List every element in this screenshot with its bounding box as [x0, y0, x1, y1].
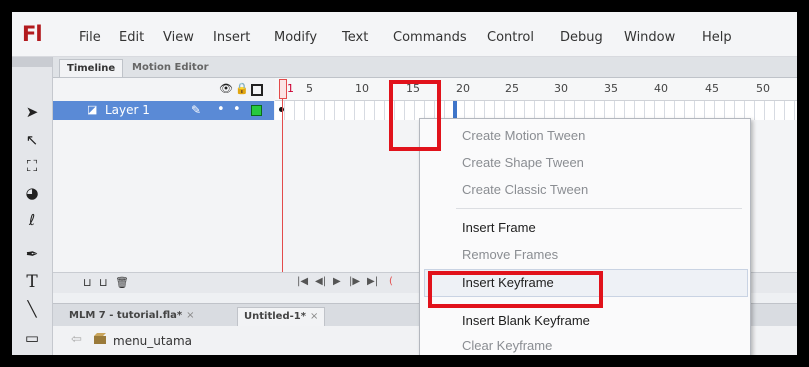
ruler-number: 30: [554, 82, 568, 95]
first-frame-icon[interactable]: |◀: [297, 276, 308, 287]
outline-icon[interactable]: [251, 84, 263, 96]
ruler-number: 45: [705, 82, 719, 95]
doc-tab-active[interactable]: Untitled-1* ×: [237, 307, 326, 326]
ruler-number: 10: [355, 82, 369, 95]
pen-tool-icon[interactable]: ✒: [21, 243, 43, 265]
lock-dot-icon[interactable]: •: [233, 102, 241, 117]
ruler-number: 20: [456, 82, 470, 95]
layer-icon: ◪: [87, 103, 98, 116]
menu-insert[interactable]: Insert: [213, 30, 250, 45]
flash-logo-icon: Fl: [22, 22, 43, 46]
panel-tabs: Timeline Motion Editor: [53, 57, 797, 78]
menu-text[interactable]: Text: [342, 30, 368, 45]
ruler-number: 1: [287, 82, 294, 95]
line-tool-icon[interactable]: ╲: [21, 298, 43, 320]
doc-tab-label: Untitled-1*: [244, 311, 306, 322]
ruler-number: 35: [604, 82, 618, 95]
ruler-number: 25: [505, 82, 519, 95]
new-folder-icon[interactable]: ⊔: [99, 276, 108, 289]
menu-item-insert-frame[interactable]: Insert Frame: [462, 220, 536, 235]
layer-color-square[interactable]: [251, 105, 262, 116]
tab-timeline[interactable]: Timeline: [59, 59, 124, 77]
delete-layer-icon[interactable]: 🗑: [115, 276, 129, 289]
tab-motion-editor[interactable]: Motion Editor: [125, 59, 216, 76]
menu-commands[interactable]: Commands: [393, 30, 467, 45]
menu-edit[interactable]: Edit: [119, 30, 144, 45]
menu-help[interactable]: Help: [702, 30, 732, 45]
doc-tab[interactable]: MLM 7 - tutorial.fla* ×: [63, 307, 201, 325]
pencil-icon: ✎: [191, 103, 202, 117]
highlight-frame-15: [389, 80, 441, 151]
menu-item-insert-blank-keyframe[interactable]: Insert Blank Keyframe: [462, 313, 590, 328]
menu-item-clear-keyframe: Clear Keyframe: [462, 338, 553, 353]
lock-icon[interactable]: 🔒: [235, 83, 249, 95]
menu-item-remove-frames: Remove Frames: [462, 247, 559, 262]
eye-icon[interactable]: 👁: [219, 83, 233, 95]
free-transform-tool-icon[interactable]: ⛶: [21, 155, 43, 177]
tools-panel: ➤ ↖ ⛶ ◕ ℓ ✒ T ╲ ▭: [12, 57, 53, 355]
frame-ruler[interactable]: 1 5 10 15 20 25 30 35 40 45 50: [275, 78, 797, 101]
highlight-insert-keyframe: [428, 271, 603, 308]
last-frame-icon[interactable]: ▶|: [367, 276, 378, 287]
menu-window[interactable]: Window: [624, 30, 675, 45]
doc-tab-label: MLM 7 - tutorial.fla*: [69, 310, 183, 321]
play-icon[interactable]: ▶: [333, 276, 341, 287]
menu-item-create-shape-tween: Create Shape Tween: [462, 155, 584, 170]
menu-separator: [456, 208, 742, 209]
menu-bar: Fl File Edit View Insert Modify Text Com…: [12, 12, 797, 57]
menu-control[interactable]: Control: [487, 30, 534, 45]
rectangle-tool-icon[interactable]: ▭: [21, 327, 43, 349]
ruler-number: 5: [306, 82, 313, 95]
3d-rotation-tool-icon[interactable]: ◕: [21, 182, 43, 204]
ruler-number: 50: [756, 82, 770, 95]
playhead-line: [282, 99, 283, 292]
subselection-tool-icon[interactable]: ↖: [21, 129, 43, 151]
menu-item-create-motion-tween: Create Motion Tween: [462, 128, 586, 143]
ruler-number: 40: [654, 82, 668, 95]
new-layer-icon[interactable]: ⊔: [83, 276, 92, 289]
menu-debug[interactable]: Debug: [560, 30, 603, 45]
text-tool-icon[interactable]: T: [21, 271, 43, 293]
menu-file[interactable]: File: [79, 30, 101, 45]
scene-label[interactable]: menu_utama: [113, 334, 192, 348]
back-arrow-icon[interactable]: ⇦: [71, 332, 82, 347]
step-back-icon[interactable]: ◀|: [315, 276, 326, 287]
menu-modify[interactable]: Modify: [274, 30, 317, 45]
menu-view[interactable]: View: [163, 30, 194, 45]
lasso-tool-icon[interactable]: ℓ: [21, 209, 43, 231]
visibility-dot-icon[interactable]: •: [217, 102, 225, 117]
step-forward-icon[interactable]: |▶: [349, 276, 360, 287]
playhead[interactable]: [279, 79, 287, 99]
menu-item-create-classic-tween: Create Classic Tween: [462, 182, 589, 197]
selection-tool-icon[interactable]: ➤: [21, 101, 43, 123]
scene-icon: [94, 333, 106, 344]
app-window: Fl File Edit View Insert Modify Text Com…: [12, 12, 797, 355]
close-icon[interactable]: ×: [310, 311, 318, 322]
onion-skin-icon[interactable]: (: [389, 276, 393, 287]
layer-header: 👁 🔒: [53, 78, 274, 100]
layer-row[interactable]: ◪ Layer 1 ✎ • •: [53, 101, 274, 120]
panel-grip[interactable]: [12, 57, 52, 67]
context-menu: Create Motion Tween Create Shape Tween C…: [419, 118, 751, 355]
close-icon[interactable]: ×: [186, 310, 194, 321]
layer-name: Layer 1: [105, 103, 150, 117]
